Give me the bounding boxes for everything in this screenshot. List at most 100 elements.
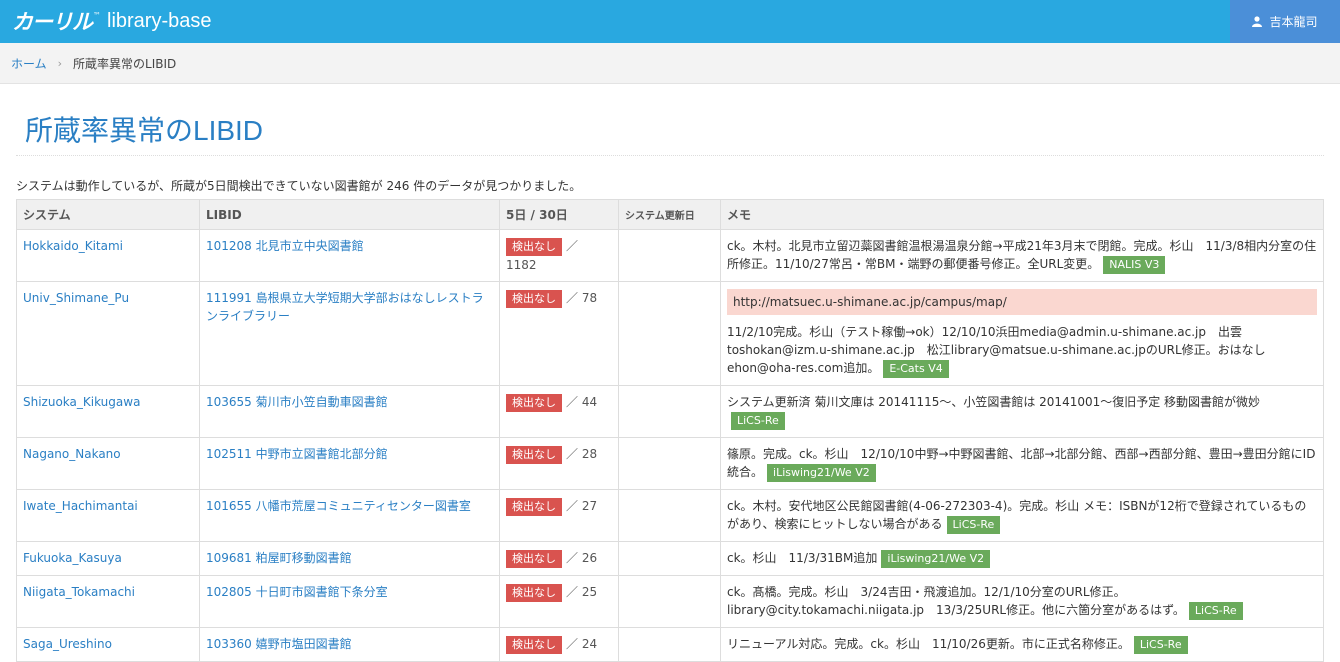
count-30-days: ／ 27 <box>566 499 598 513</box>
not-detected-badge: 検出なし <box>506 446 562 464</box>
header-system[interactable]: システム <box>16 199 200 230</box>
not-detected-badge: 検出なし <box>506 394 562 412</box>
system-type-tag: iLiswing21/We V2 <box>881 550 991 568</box>
libid-cell: 101208 北見市立中央図書館 <box>199 229 500 282</box>
updated-cell <box>618 541 721 576</box>
libid-cell: 102805 十日町市図書館下条分室 <box>199 575 500 628</box>
system-type-tag: NALIS V3 <box>1103 256 1166 274</box>
main-content: 所蔵率異常のLIBID システムは動作しているが、所蔵が5日間検出できていない図… <box>0 84 1340 662</box>
count-cell: 検出なし ／ 28 <box>499 437 619 490</box>
memo-text: リニューアル対応。完成。ck。杉山 11/10/26更新。市に正式名称修正。 <box>727 637 1130 651</box>
system-link[interactable]: Fukuoka_Kasuya <box>23 551 122 565</box>
libid-link[interactable]: 102511 中野市立図書館北部分館 <box>206 447 388 461</box>
not-detected-badge: 検出なし <box>506 550 562 568</box>
breadcrumb: ホーム › 所蔵率異常のLIBID <box>0 43 1340 84</box>
count-30-days: ／ 44 <box>566 395 598 409</box>
table-row: Fukuoka_Kasuya 109681 粕屋町移動図書館 検出なし ／ 26 ck。… <box>16 541 1324 576</box>
memo-cell: 篠原。完成。ck。杉山 12/10/10中野→中野図書館、北部→北部分館、西部→… <box>720 437 1324 490</box>
libid-link[interactable]: 111991 島根県立大学短期大学部おはなしレストランライブラリー <box>206 291 484 323</box>
system-type-tag: LiCS-Re <box>946 516 1001 534</box>
system-type-tag: LiCS-Re <box>1188 602 1243 620</box>
system-type-tag: LiCS-Re <box>731 412 785 430</box>
brand[interactable]: カーリル ™ library-base <box>12 4 211 38</box>
not-detected-badge: 検出なし <box>506 636 562 654</box>
count-cell: 検出なし ／ 44 <box>499 385 619 438</box>
breadcrumb-home-link[interactable]: ホーム <box>11 55 47 72</box>
table-row: Hokkaido_Kitami 101208 北見市立中央図書館 検出なし／ 118… <box>16 229 1324 282</box>
system-cell: Niigata_Tokamachi <box>16 575 200 628</box>
system-cell: Univ_Shimane_Pu <box>16 281 200 386</box>
libid-link[interactable]: 102805 十日町市図書館下条分室 <box>206 585 388 599</box>
page-title: 所蔵率異常のLIBID <box>25 115 264 146</box>
updated-cell <box>618 575 721 628</box>
memo-text: ck。杉山 11/3/31BM追加 <box>727 551 878 565</box>
memo-text: ck。髙橋。完成。杉山 3/24吉田・飛渡追加。12/1/10分室のURL修正。… <box>727 585 1185 617</box>
memo-cell: http://matsuec.u-shimane.ac.jp/campus/ma… <box>720 281 1324 386</box>
count-cell: 検出なし ／ 25 <box>499 575 619 628</box>
chevron-right-icon: › <box>57 56 63 70</box>
libid-link[interactable]: 103360 嬉野市塩田図書館 <box>206 637 352 651</box>
system-link[interactable]: Saga_Ureshino <box>23 637 112 651</box>
libid-link[interactable]: 103655 菊川市小笠自動車図書館 <box>206 395 388 409</box>
updated-cell <box>618 229 721 282</box>
system-cell: Hokkaido_Kitami <box>16 229 200 282</box>
memo-cell: ck。髙橋。完成。杉山 3/24吉田・飛渡追加。12/1/10分室のURL修正。… <box>720 575 1324 628</box>
system-type-tag: LiCS-Re <box>1133 636 1188 654</box>
memo-cell: ck。杉山 11/3/31BM追加 iLiswing21/We V2 <box>720 541 1324 576</box>
count-30-days: ／ 26 <box>566 551 598 565</box>
system-link[interactable]: Shizuoka_Kikugawa <box>23 395 140 409</box>
app-name[interactable]: library-base <box>107 10 211 33</box>
user-name: 吉本龍司 <box>1269 15 1318 29</box>
count-cell: 検出なし／ 1182 <box>499 229 619 282</box>
system-cell: Saga_Ureshino <box>16 627 200 662</box>
system-type-tag: iLiswing21/We V2 <box>767 464 876 482</box>
system-link[interactable]: Iwate_Hachimantai <box>23 499 138 513</box>
libid-link[interactable]: 101208 北見市立中央図書館 <box>206 239 364 253</box>
result-summary: システムは動作しているが、所蔵が5日間検出できていない図書館が 246 件のデー… <box>16 179 582 193</box>
system-link[interactable]: Hokkaido_Kitami <box>23 239 123 253</box>
libid-table: システム LIBID 5日 / 30日 システム更新日 メモ Hokkaido_… <box>16 199 1324 662</box>
libid-cell: 109681 粕屋町移動図書館 <box>199 541 500 576</box>
header-memo[interactable]: メモ <box>720 199 1324 230</box>
libid-cell: 103655 菊川市小笠自動車図書館 <box>199 385 500 438</box>
libid-link[interactable]: 101655 八幡市荒屋コミュニティセンター図書室 <box>206 499 471 513</box>
header-5-30-days[interactable]: 5日 / 30日 <box>499 199 619 230</box>
libid-link[interactable]: 109681 粕屋町移動図書館 <box>206 551 352 565</box>
updated-cell <box>618 489 721 542</box>
top-navbar: カーリル ™ library-base 吉本龍司 <box>0 0 1340 43</box>
updated-cell <box>618 437 721 490</box>
header-system-updated[interactable]: システム更新日 <box>618 199 721 230</box>
count-cell: 検出なし ／ 26 <box>499 541 619 576</box>
divider <box>16 155 1324 156</box>
count-cell: 検出なし ／ 27 <box>499 489 619 542</box>
table-row: Nagano_Nakano 102511 中野市立図書館北部分館 検出なし ／ 28 篠… <box>16 437 1324 490</box>
memo-text: ck。木村。北見市立留辺蘂図書館温根湯温泉分館→平成21年3月末で閉館。完成。杉… <box>727 239 1317 271</box>
not-detected-badge: 検出なし <box>506 290 562 308</box>
system-cell: Nagano_Nakano <box>16 437 200 490</box>
memo-text: 11/2/10完成。杉山（テスト稼働→ok）12/10/10浜田media@ad… <box>727 325 1266 375</box>
libid-cell: 103360 嬉野市塩田図書館 <box>199 627 500 662</box>
system-type-tag: E-Cats V4 <box>883 360 949 378</box>
not-detected-badge: 検出なし <box>506 498 562 516</box>
libid-cell: 101655 八幡市荒屋コミュニティセンター図書室 <box>199 489 500 542</box>
breadcrumb-current: 所蔵率異常のLIBID <box>73 56 177 71</box>
system-cell: Fukuoka_Kasuya <box>16 541 200 576</box>
memo-cell: リニューアル対応。完成。ck。杉山 11/10/26更新。市に正式名称修正。 Li… <box>720 627 1324 662</box>
system-link[interactable]: Nagano_Nakano <box>23 447 121 461</box>
memo-cell: システム更新済 菊川文庫は 20141115〜、小笠図書館は 20141001〜… <box>720 385 1324 438</box>
count-30-days: ／ 24 <box>566 637 598 651</box>
header-libid[interactable]: LIBID <box>199 199 500 230</box>
not-detected-badge: 検出なし <box>506 584 562 602</box>
calil-logo[interactable]: カーリル <box>12 6 93 36</box>
memo-cell: ck。木村。安代地区公民館図書館(4-06-272303-4)。完成。杉山 メモ… <box>720 489 1324 542</box>
system-link[interactable]: Niigata_Tokamachi <box>23 585 135 599</box>
libid-cell: 102511 中野市立図書館北部分館 <box>199 437 500 490</box>
system-link[interactable]: Univ_Shimane_Pu <box>23 291 129 305</box>
user-menu[interactable]: 吉本龍司 <box>1230 0 1340 43</box>
table-row: Univ_Shimane_Pu 111991 島根県立大学短期大学部おはなしレスト… <box>16 281 1324 386</box>
updated-cell <box>618 281 721 386</box>
count-30-days: ／ 28 <box>566 447 598 461</box>
table-header-row: システム LIBID 5日 / 30日 システム更新日 メモ <box>16 199 1324 230</box>
table-row: Niigata_Tokamachi 102805 十日町市図書館下条分室 検出なし ／… <box>16 575 1324 628</box>
table-row: Shizuoka_Kikugawa 103655 菊川市小笠自動車図書館 検出なし ／… <box>16 385 1324 438</box>
